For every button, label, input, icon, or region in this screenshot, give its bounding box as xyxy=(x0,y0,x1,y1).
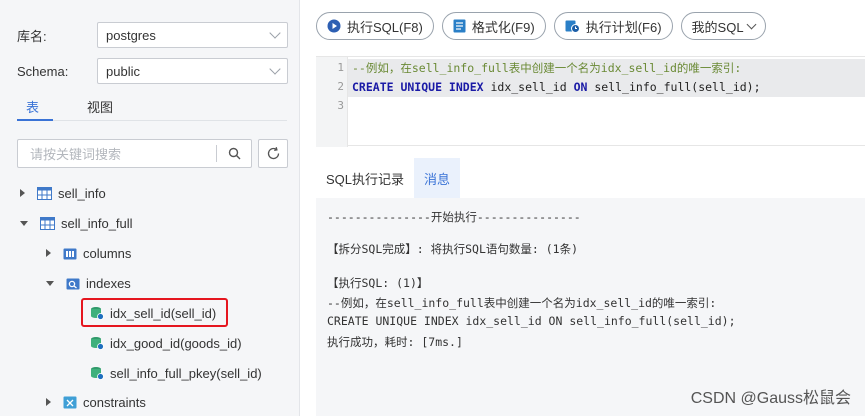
output-line: ---------------开始执行--------------- xyxy=(327,210,581,224)
line-number-gutter: 1 2 3 xyxy=(316,57,348,147)
my-sql-dropdown[interactable]: 我的SQL xyxy=(680,12,766,40)
editor-toolbar: 执行SQL(F8) 格式化(F9) 执行计划(F6) 我的SQL xyxy=(316,12,766,40)
tab-messages[interactable]: 消息 xyxy=(414,158,461,198)
tab-views[interactable]: 视图 xyxy=(87,97,113,116)
object-type-tabs: 表 视图 xyxy=(26,97,113,116)
tree-item-label: sell_info xyxy=(58,185,106,201)
format-icon xyxy=(453,19,466,33)
my-sql-label: 我的SQL xyxy=(691,19,744,35)
search-input[interactable]: 请按关键词搜索 xyxy=(18,144,216,163)
run-sql-button[interactable]: 执行SQL(F8) xyxy=(316,12,434,40)
run-sql-label: 执行SQL(F8) xyxy=(347,19,423,35)
search-icon xyxy=(228,147,240,160)
sql-keyword: CREATE UNIQUE INDEX xyxy=(352,80,484,94)
collapse-arrow-icon[interactable] xyxy=(46,280,54,286)
code-line-1[interactable]: --例如，在sell_info_full表中创建一个名为idx_sell_id的… xyxy=(348,59,865,78)
highlight-annotation xyxy=(81,298,228,327)
tab-sql-history[interactable]: SQL执行记录 xyxy=(316,158,414,198)
object-search: 请按关键词搜索 xyxy=(17,139,252,168)
tree-item-indexes[interactable]: indexes xyxy=(46,272,131,294)
chevron-down-icon xyxy=(746,19,756,29)
table-icon xyxy=(37,186,52,200)
indexes-folder-icon xyxy=(66,277,80,290)
tab-tables[interactable]: 表 xyxy=(26,97,39,116)
refresh-button[interactable] xyxy=(258,139,288,168)
columns-folder-icon xyxy=(63,247,77,260)
output-line: --例如，在sell_info_full表中创建一个名为idx_sell_id的… xyxy=(327,296,717,310)
collapse-arrow-icon[interactable] xyxy=(20,220,28,226)
constraints-folder-icon xyxy=(63,396,77,409)
expand-arrow-icon[interactable] xyxy=(20,189,25,197)
tree-item-label: indexes xyxy=(86,275,131,291)
execution-plan-icon xyxy=(565,19,580,33)
line-number: 2 xyxy=(337,80,344,93)
schema-label: Schema: xyxy=(17,63,69,79)
tree-item-columns[interactable]: columns xyxy=(46,242,131,264)
tree-item-label: idx_good_id(goods_id) xyxy=(110,335,242,351)
tree-item-sell-info[interactable]: sell_info xyxy=(20,182,106,204)
output-line: 执行成功，耗时: [7ms.] xyxy=(327,335,463,349)
play-icon xyxy=(327,19,341,33)
format-button[interactable]: 格式化(F9) xyxy=(441,12,546,40)
object-browser-sidebar: 库名: postgres Schema: public 表 视图 请按关键词搜索… xyxy=(0,0,300,416)
tree-item-label: sell_info_full_pkey(sell_id) xyxy=(110,365,262,381)
chevron-down-icon xyxy=(269,27,281,39)
search-button[interactable] xyxy=(217,147,251,160)
execution-plan-label: 执行计划(F6) xyxy=(585,19,662,35)
execution-plan-button[interactable]: 执行计划(F6) xyxy=(553,12,673,40)
schema-select[interactable]: public xyxy=(97,58,288,84)
tree-item-sell-info-full[interactable]: sell_info_full xyxy=(20,212,133,234)
tree-item-idx-good-id[interactable]: idx_good_id(goods_id) xyxy=(90,332,242,354)
tabs-divider xyxy=(17,120,287,121)
database-value: postgres xyxy=(106,27,156,43)
index-icon xyxy=(90,336,104,350)
table-icon xyxy=(40,216,55,230)
code-line-2[interactable]: CREATE UNIQUE INDEX idx_sell_id ON sell_… xyxy=(348,78,865,97)
schema-value: public xyxy=(106,63,140,79)
database-row: 库名: postgres xyxy=(17,22,288,48)
database-select[interactable]: postgres xyxy=(97,22,288,48)
index-icon xyxy=(90,366,104,380)
tree-item-label: constraints xyxy=(83,394,146,410)
sql-comment: --例如，在sell_info_full表中创建一个名为idx_sell_id的… xyxy=(352,61,742,75)
line-number: 1 xyxy=(337,61,344,74)
result-tabs: SQL执行记录 消息 xyxy=(316,158,461,198)
output-line: 【拆分SQL完成】: 将执行SQL语句数量: (1条) xyxy=(327,242,579,256)
active-tab-indicator xyxy=(17,119,53,121)
tree-item-pkey[interactable]: sell_info_full_pkey(sell_id) xyxy=(90,362,262,384)
expand-arrow-icon[interactable] xyxy=(46,249,51,257)
watermark: CSDN @Gauss松鼠会 xyxy=(690,390,851,407)
database-label: 库名: xyxy=(17,28,47,44)
output-line: 【执行SQL: (1)】 xyxy=(327,276,429,290)
schema-row: Schema: public xyxy=(17,58,288,84)
format-label: 格式化(F9) xyxy=(471,19,535,35)
tree-item-label: columns xyxy=(83,245,132,261)
refresh-icon xyxy=(267,147,279,160)
expand-arrow-icon[interactable] xyxy=(46,398,51,406)
output-line: CREATE UNIQUE INDEX idx_sell_id ON sell_… xyxy=(327,314,736,328)
chevron-down-icon xyxy=(269,63,281,75)
sql-identifier: idx_sell_id xyxy=(483,80,574,94)
line-number: 3 xyxy=(337,99,344,112)
sql-keyword: ON xyxy=(573,80,588,94)
tree-item-label: sell_info_full xyxy=(61,215,133,231)
sql-identifier: sell_info_full(sell_id); xyxy=(587,80,761,94)
tree-item-constraints[interactable]: constraints xyxy=(46,391,146,413)
sql-editor[interactable]: 1 2 3 --例如，在sell_info_full表中创建一个名为idx_se… xyxy=(316,56,865,147)
